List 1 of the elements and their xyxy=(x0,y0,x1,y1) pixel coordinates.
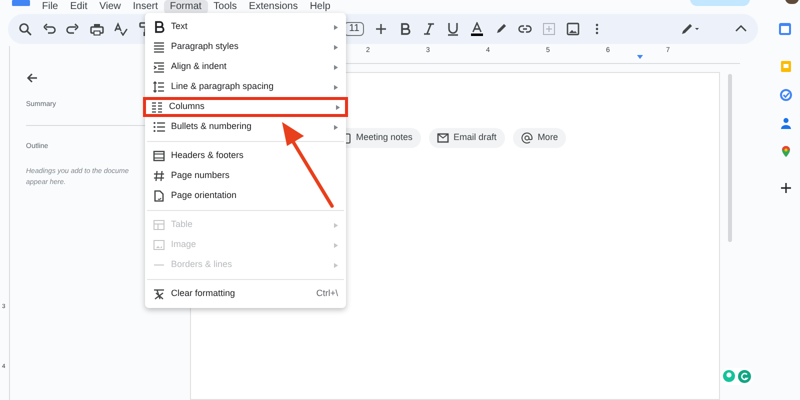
shortcut-label: Ctrl+\ xyxy=(316,287,338,300)
